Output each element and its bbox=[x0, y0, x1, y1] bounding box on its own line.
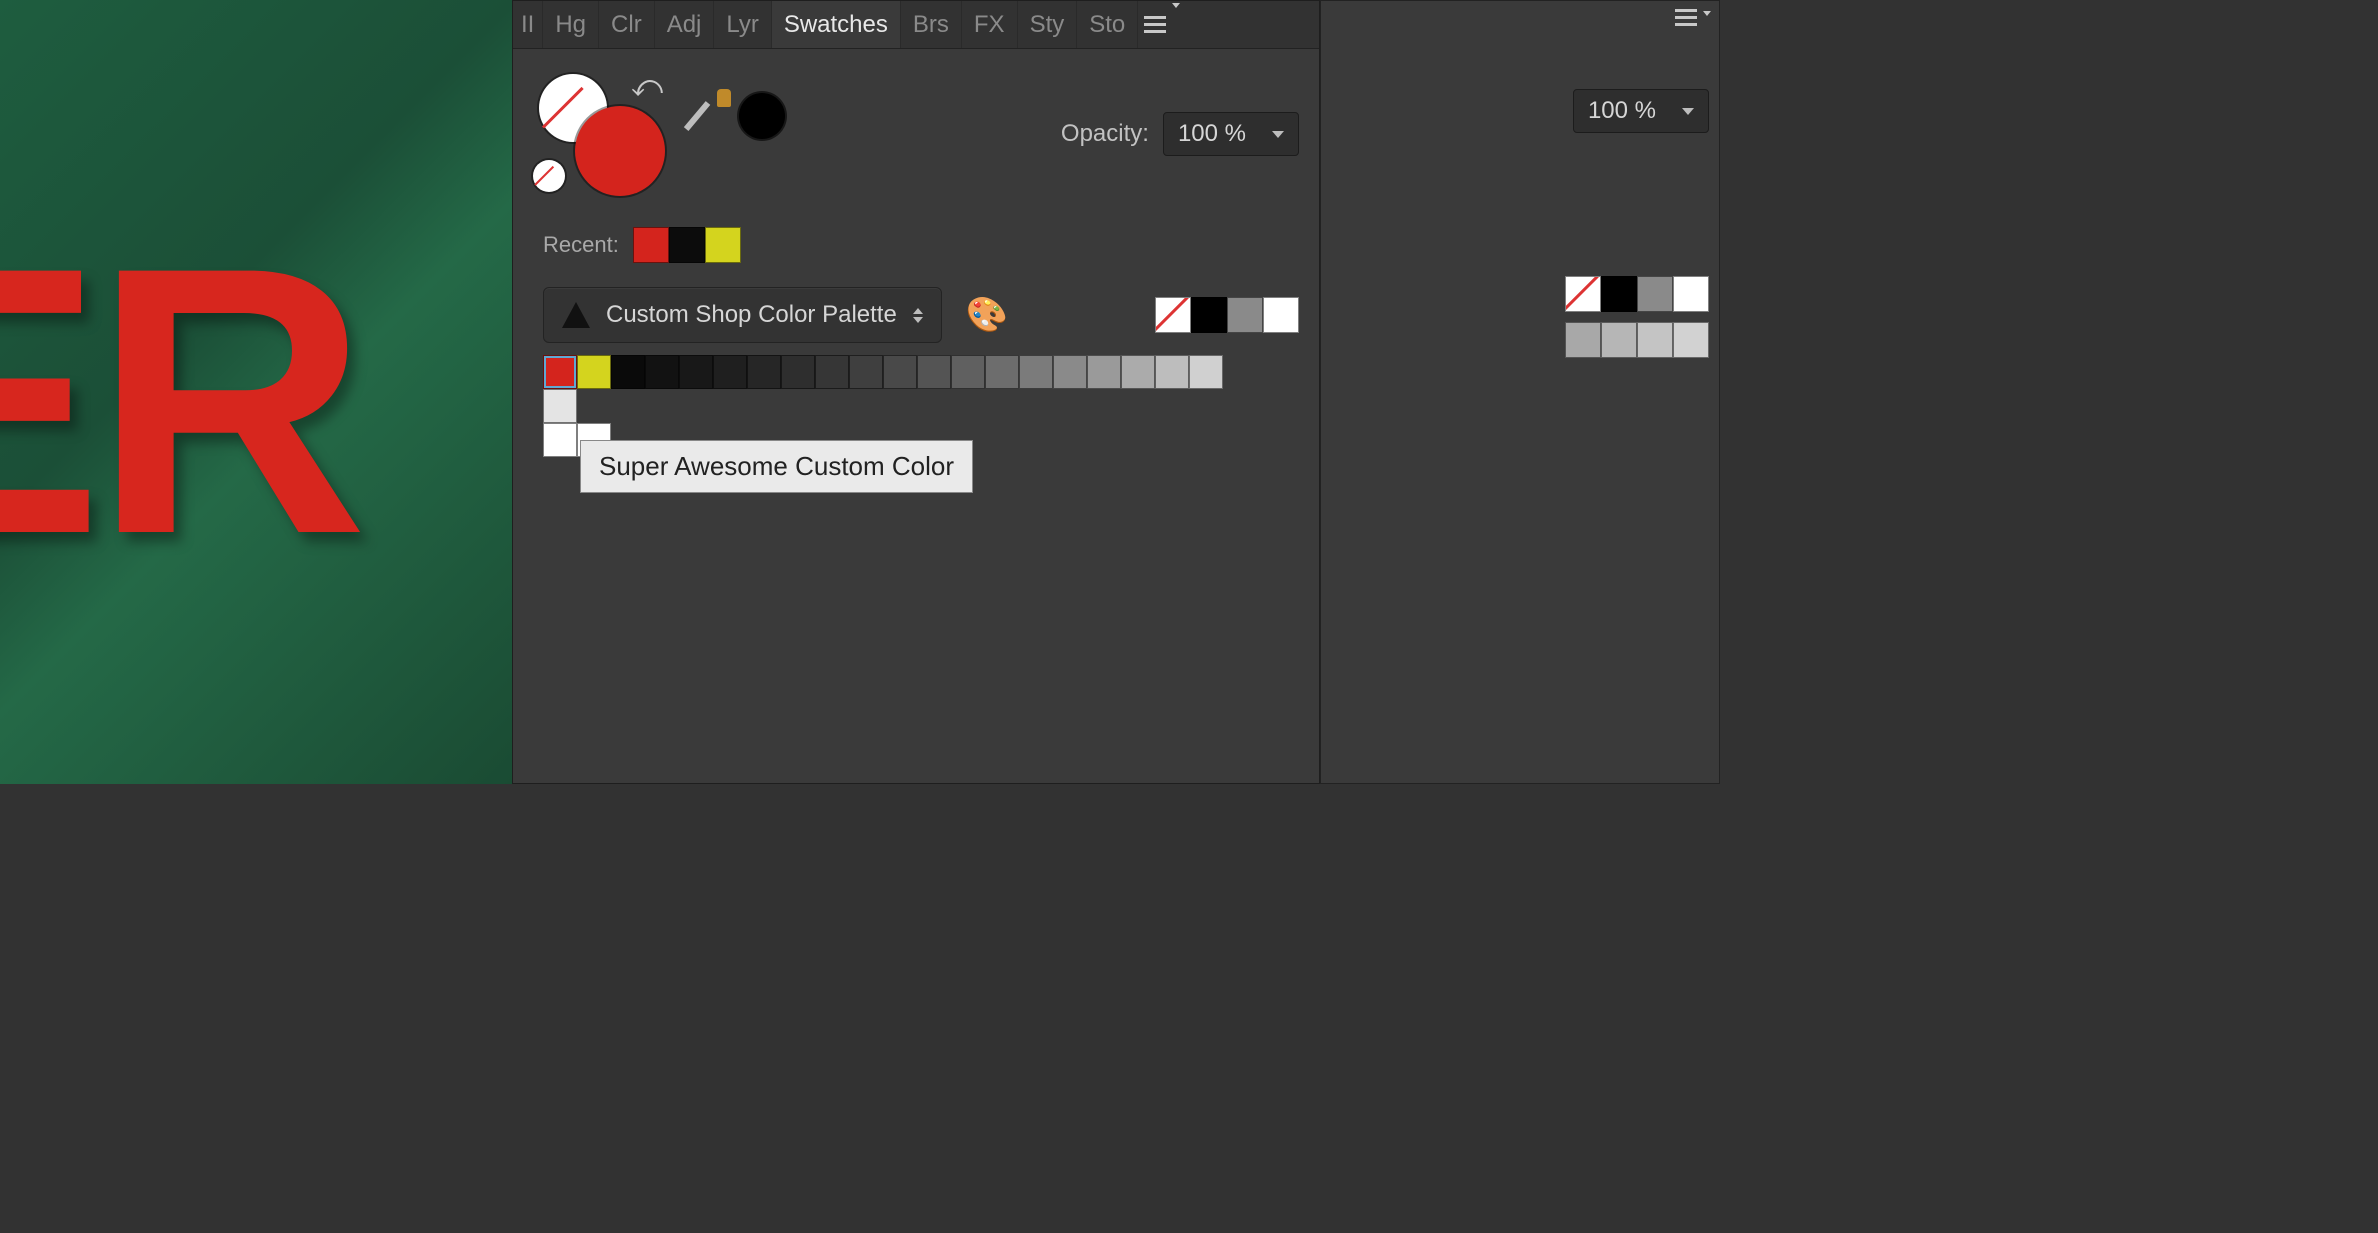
palette-swatch[interactable] bbox=[1087, 355, 1121, 389]
chevron-down-icon bbox=[1682, 108, 1694, 115]
color-controls-row: ⤺ Opacity: 100 % bbox=[513, 49, 1319, 197]
reset-colors-icon[interactable] bbox=[533, 160, 565, 192]
palette-name: Custom Shop Color Palette bbox=[606, 301, 897, 329]
swatch[interactable] bbox=[1673, 322, 1709, 358]
tab-swatches[interactable]: Swatches bbox=[772, 1, 901, 48]
document-canvas[interactable]: ER bbox=[0, 0, 512, 784]
panel-menu-icon[interactable] bbox=[1675, 9, 1709, 26]
palette-swatch[interactable] bbox=[577, 355, 611, 389]
recent-swatch[interactable] bbox=[633, 227, 669, 263]
panel-menu-icon[interactable] bbox=[1144, 1, 1178, 48]
palette-swatch[interactable] bbox=[747, 355, 781, 389]
palette-swatch[interactable] bbox=[917, 355, 951, 389]
palette-swatch[interactable] bbox=[1053, 355, 1087, 389]
tab-color[interactable]: Clr bbox=[599, 1, 655, 48]
tab-brushes[interactable]: Brs bbox=[901, 1, 962, 48]
palette-swatch[interactable] bbox=[1155, 355, 1189, 389]
recent-label: Recent: bbox=[543, 232, 619, 258]
palette-swatch[interactable] bbox=[543, 355, 577, 389]
tab-histogram[interactable]: Hg bbox=[543, 1, 599, 48]
swatch[interactable] bbox=[1601, 276, 1637, 312]
opacity-value: 100 % bbox=[1178, 120, 1246, 148]
opacity-value-bg: 100 % bbox=[1588, 97, 1656, 125]
swap-colors-icon[interactable]: ⤺ bbox=[631, 70, 663, 104]
palette-swatch[interactable] bbox=[1189, 355, 1223, 389]
swatch-tooltip: Super Awesome Custom Color bbox=[580, 440, 973, 493]
palette-swatch[interactable] bbox=[985, 355, 1019, 389]
tab-layers[interactable]: Lyr bbox=[714, 1, 771, 48]
swatch[interactable] bbox=[1673, 276, 1709, 312]
basic-swatch-group bbox=[1155, 297, 1299, 333]
affinity-logo-icon bbox=[562, 302, 590, 328]
recent-colors-row: Recent: bbox=[513, 197, 1319, 263]
swatch[interactable] bbox=[1191, 297, 1227, 333]
canvas-artwork-text: ER bbox=[0, 220, 358, 581]
opacity-label: Opacity: bbox=[1061, 120, 1149, 148]
palette-swatch[interactable] bbox=[611, 355, 645, 389]
fg-bg-color-selector[interactable]: ⤺ bbox=[539, 74, 669, 194]
swatch[interactable] bbox=[1601, 322, 1637, 358]
fill-color-circle[interactable] bbox=[575, 106, 665, 196]
tab-styles[interactable]: Sty bbox=[1018, 1, 1078, 48]
palette-swatch[interactable] bbox=[543, 423, 577, 457]
palette-options-icon[interactable]: 🎨 bbox=[966, 295, 1008, 335]
palette-swatch[interactable] bbox=[1019, 355, 1053, 389]
swatch-none[interactable] bbox=[1155, 297, 1191, 333]
recent-swatch[interactable] bbox=[705, 227, 741, 263]
palette-swatch[interactable] bbox=[713, 355, 747, 389]
palette-selector-row: Custom Shop Color Palette 🎨 bbox=[513, 263, 1319, 343]
swatch[interactable] bbox=[1565, 322, 1601, 358]
picked-color-well[interactable] bbox=[739, 93, 785, 139]
stepper-icon bbox=[913, 308, 923, 323]
palette-dropdown[interactable]: Custom Shop Color Palette bbox=[543, 287, 942, 343]
swatch[interactable] bbox=[1637, 276, 1673, 312]
bg-quick-swatches bbox=[1565, 276, 1709, 312]
tab-fx[interactable]: FX bbox=[962, 1, 1018, 48]
background-panel: 100 % bbox=[1320, 0, 1720, 784]
palette-swatch[interactable] bbox=[1121, 355, 1155, 389]
palette-swatch[interactable] bbox=[781, 355, 815, 389]
palette-swatch[interactable] bbox=[645, 355, 679, 389]
tab-collapse[interactable]: II bbox=[513, 1, 543, 48]
palette-swatch[interactable] bbox=[543, 389, 577, 423]
recent-swatches bbox=[633, 227, 741, 263]
tab-adjustments[interactable]: Adj bbox=[655, 1, 715, 48]
swatches-panel: II Hg Clr Adj Lyr Swatches Brs FX Sty St… bbox=[512, 0, 1320, 784]
opacity-dropdown-bg[interactable]: 100 % bbox=[1573, 89, 1709, 133]
recent-swatch[interactable] bbox=[669, 227, 705, 263]
chevron-down-icon bbox=[1272, 131, 1284, 138]
swatch[interactable] bbox=[1263, 297, 1299, 333]
palette-swatch[interactable] bbox=[679, 355, 713, 389]
palette-swatch[interactable] bbox=[883, 355, 917, 389]
palette-swatch[interactable] bbox=[951, 355, 985, 389]
bg-swatches-row bbox=[1565, 322, 1709, 358]
palette-swatch[interactable] bbox=[815, 355, 849, 389]
panel-tab-row: II Hg Clr Adj Lyr Swatches Brs FX Sty St… bbox=[513, 1, 1319, 49]
palette-swatch[interactable] bbox=[849, 355, 883, 389]
swatch[interactable] bbox=[1227, 297, 1263, 333]
eyedropper-icon[interactable] bbox=[691, 89, 739, 149]
tab-stock[interactable]: Sto bbox=[1077, 1, 1138, 48]
swatch[interactable] bbox=[1637, 322, 1673, 358]
opacity-dropdown[interactable]: 100 % bbox=[1163, 112, 1299, 156]
swatch-none[interactable] bbox=[1565, 276, 1601, 312]
